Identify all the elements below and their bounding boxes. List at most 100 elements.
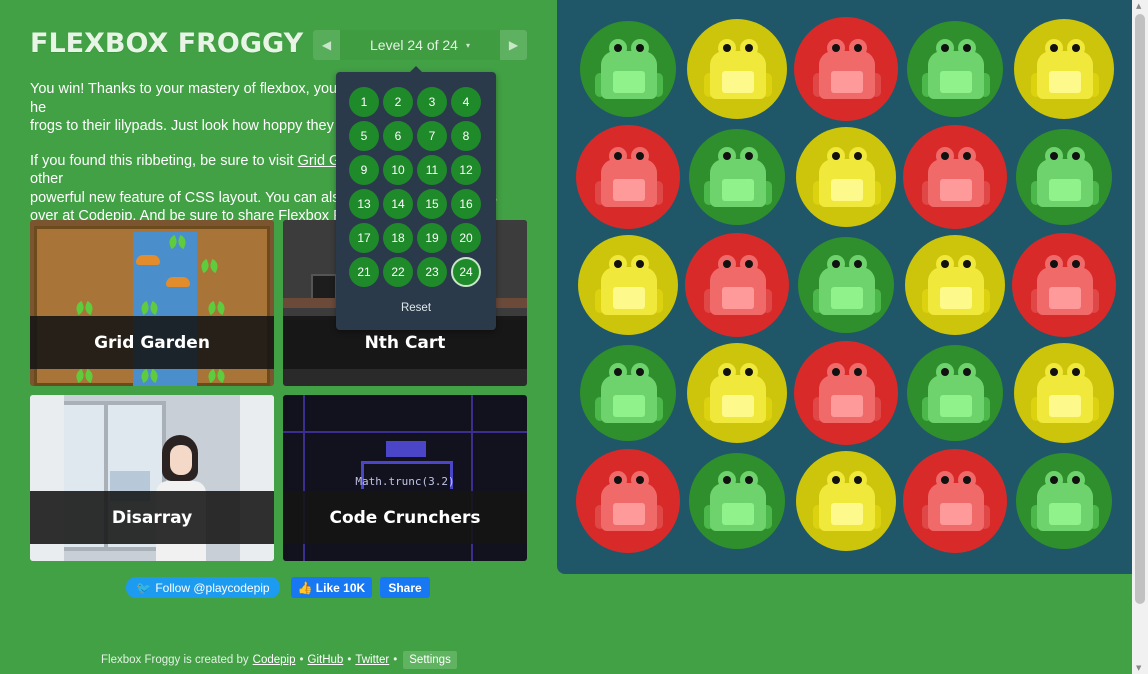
yellow-frog-icon [813,471,881,531]
level-button-10[interactable]: 10 [383,155,413,185]
settings-button[interactable]: Settings [403,651,457,669]
yellow-frog-icon [1031,39,1099,99]
level-button-21[interactable]: 21 [349,257,379,287]
red-frog-icon [813,39,881,99]
level-button-13[interactable]: 13 [349,189,379,219]
level-button-16[interactable]: 16 [451,189,481,219]
green-frog-icon [595,363,663,423]
red-frog-icon [1031,255,1099,315]
level-button-23[interactable]: 23 [417,257,447,287]
disarray-label: Disarray [30,491,274,544]
level-button-5[interactable]: 5 [349,121,379,151]
board-cell [1009,447,1119,555]
win-text-1: You win! Thanks to your mastery of flexb… [30,81,338,97]
level-button-19[interactable]: 19 [417,223,447,253]
board-cell [791,15,901,123]
game-board [557,0,1132,574]
yellow-frog-icon [595,255,663,315]
scrollbar[interactable]: ▲ ▼ [1132,0,1148,674]
green-frog-icon [595,39,663,99]
red-frog-icon [595,471,663,531]
board-cell [573,447,683,555]
level-button-7[interactable]: 7 [417,121,447,151]
level-button-11[interactable]: 11 [417,155,447,185]
level-button-17[interactable]: 17 [349,223,379,253]
yellow-frog-icon [704,363,772,423]
scroll-down-icon[interactable]: ▼ [1136,664,1141,672]
thumbs-up-icon: 👍 [297,580,313,595]
carrot-icon [136,255,160,265]
level-indicator[interactable]: Level 24 of 24 ▾ [340,30,500,60]
facebook-like-label: Like 10K [315,580,366,595]
scrollbar-thumb[interactable] [1135,14,1145,604]
board-cell [900,339,1010,447]
red-frog-icon [922,147,990,207]
level-grid: 1 2 3 4 5 6 7 8 9 10 11 12 13 14 15 16 17 18 19 20 21 22 23 24 [349,87,485,287]
twitter-bird-icon: 🐦 [136,580,152,595]
reset-button[interactable]: Reset [336,302,496,314]
prev-level-button[interactable]: ◀ [313,30,340,60]
footer-twitter-link[interactable]: Twitter [355,654,389,666]
board-cell [900,447,1010,555]
footer-github-link[interactable]: GitHub [308,654,344,666]
win-text-tail: he [30,99,47,116]
page-title: FLEXBOX FROGGY [30,28,304,59]
level-dropdown: 1 2 3 4 5 6 7 8 9 10 11 12 13 14 15 16 17 18 19 20 21 22 23 24 … [336,66,496,330]
level-button-14[interactable]: 14 [383,189,413,219]
win-text-2: frogs to their lilypads. Just look how h… [30,118,334,134]
green-frog-icon [922,39,990,99]
level-button-1[interactable]: 1 [349,87,379,117]
board-cell [791,231,901,339]
level-indicator-label: Level 24 of 24 [370,37,458,53]
scroll-up-icon[interactable]: ▲ [1136,2,1141,10]
code-text: Math.trunc(3.2) [355,475,455,488]
level-button-22[interactable]: 22 [383,257,413,287]
level-button-2[interactable]: 2 [383,87,413,117]
twitter-follow-button[interactable]: 🐦 Follow @playcodepip [126,577,280,598]
board-cell [682,231,792,339]
footer-codepip-link[interactable]: Codepip [253,654,296,666]
green-frog-icon [922,363,990,423]
board-cell [682,15,792,123]
footer: Flexbox Froggy is created by Codepip • G… [101,651,457,669]
promo-text-1: If you found this ribbeting, be sure to … [30,152,294,169]
level-navigation: ◀ Level 24 of 24 ▾ ▶ [313,30,527,60]
triangle-right-icon: ▶ [508,38,519,52]
sprout-icon [173,236,183,250]
board-cell [573,231,683,339]
level-button-9[interactable]: 9 [349,155,379,185]
yellow-frog-icon [813,147,881,207]
level-button-15[interactable]: 15 [417,189,447,219]
sprout-icon [212,302,222,316]
red-frog-icon [595,147,663,207]
green-frog-icon [704,471,772,531]
sprout-icon [145,370,155,384]
level-button-18[interactable]: 18 [383,223,413,253]
grid-garden-label: Grid Garden [30,316,274,369]
board-cell [1009,231,1119,339]
level-button-3[interactable]: 3 [417,87,447,117]
level-button-20[interactable]: 20 [451,223,481,253]
footer-separator: • [299,654,304,666]
level-button-4[interactable]: 4 [451,87,481,117]
level-button-24[interactable]: 24 [451,257,481,287]
grid-garden-tile[interactable]: Grid Garden [30,220,274,386]
red-frog-icon [704,255,772,315]
next-level-button[interactable]: ▶ [500,30,527,60]
facebook-share-label: Share [388,580,422,595]
twitter-follow-label: Follow @playcodepip [155,580,270,595]
level-button-6[interactable]: 6 [383,121,413,151]
green-frog-icon [1031,471,1099,531]
level-button-8[interactable]: 8 [451,121,481,151]
level-button-12[interactable]: 12 [451,155,481,185]
board-cell [900,231,1010,339]
code-crunchers-tile[interactable]: Math.trunc(3.2) Code Crunchers [283,395,527,561]
facebook-share-button[interactable]: Share [380,577,430,598]
yellow-frog-icon [704,39,772,99]
disarray-tile[interactable]: Disarray [30,395,274,561]
board-cell [791,339,901,447]
grid-garden-link[interactable]: Grid G [298,153,341,169]
facebook-like-button[interactable]: 👍 Like 10K [291,577,372,598]
board-cell [791,447,901,555]
board-cell [791,123,901,231]
